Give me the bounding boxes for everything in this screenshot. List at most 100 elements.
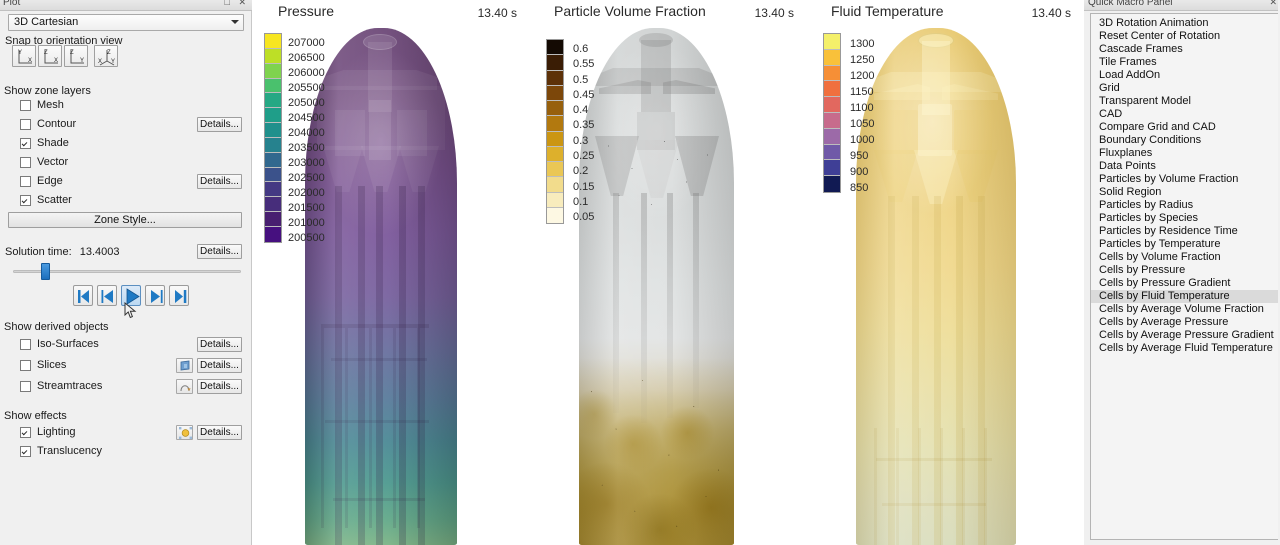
macro-list-item[interactable]: Cells by Average Volume Fraction — [1091, 303, 1278, 316]
lighting-details-button[interactable]: Details... — [197, 425, 242, 440]
skip-to-start-button[interactable] — [73, 285, 93, 306]
macro-list-item[interactable]: Particles by Temperature — [1091, 238, 1278, 251]
macro-list-item[interactable]: Compare Grid and CAD — [1091, 121, 1278, 134]
macro-list-item[interactable]: Cells by Pressure — [1091, 264, 1278, 277]
view-zx-button[interactable]: Z X — [38, 45, 62, 67]
colorbar-tick-label: 203500 — [288, 142, 325, 154]
view-yx-button[interactable]: Y X — [12, 45, 36, 67]
macro-list-item[interactable]: Particles by Volume Fraction — [1091, 173, 1278, 186]
colorbar-segment — [547, 116, 563, 132]
solution-time-label: Solution time: — [5, 246, 72, 258]
macro-list-item[interactable]: Cells by Pressure Gradient — [1091, 277, 1278, 290]
colorbar-tick-label: 201500 — [288, 202, 325, 214]
colorbar-tick-label: 1050 — [850, 118, 875, 130]
colorbar-segment — [824, 65, 840, 82]
colorbar-segment — [824, 128, 840, 145]
solution-time-details-button[interactable]: Details... — [197, 244, 242, 259]
quick-macro-close-icon[interactable]: ✕ — [1269, 0, 1277, 8]
macro-list-item[interactable]: Load AddOn — [1091, 69, 1278, 82]
slices-checkbox[interactable] — [20, 360, 31, 371]
macro-list-item[interactable]: Reset Center of Rotation — [1091, 30, 1278, 43]
light-bulb-icon[interactable] — [176, 425, 193, 440]
streamtraces-checkbox[interactable] — [20, 381, 31, 392]
edge-details-button[interactable]: Details... — [197, 174, 242, 189]
macro-list-item[interactable]: Fluxplanes — [1091, 147, 1278, 160]
macro-list-item[interactable]: CAD — [1091, 108, 1278, 121]
zone-layer-scatter-label: Scatter — [37, 194, 72, 206]
svg-text:Z: Z — [107, 50, 111, 56]
plot-sidebar-panel: Plot □ ✕ 3D Cartesian Snap to orientatio… — [0, 0, 252, 545]
pvf-colorbar — [546, 39, 564, 224]
zone-layer-vector-checkbox[interactable] — [20, 157, 31, 168]
macro-list[interactable]: 3D Rotation Animation Reset Center of Rot… — [1090, 13, 1278, 540]
colorbar-segment — [824, 176, 840, 192]
zone-layer-mesh-label: Mesh — [37, 99, 64, 111]
colorbar-tick-label: 0.3 — [573, 134, 589, 147]
iso-surfaces-checkbox[interactable] — [20, 339, 31, 350]
plot-panel-window-buttons[interactable]: □ ✕ — [225, 0, 249, 8]
svg-text:Y: Y — [18, 50, 22, 56]
translucency-checkbox[interactable] — [20, 446, 31, 457]
svg-text:Z: Z — [44, 50, 48, 56]
macro-list-item[interactable]: Grid — [1091, 82, 1278, 95]
macro-list-item[interactable]: Particles by Residence Time — [1091, 225, 1278, 238]
zone-layer-contour-checkbox[interactable] — [20, 119, 31, 130]
macro-list-item[interactable]: Particles by Radius — [1091, 199, 1278, 212]
svg-text:Z: Z — [70, 50, 74, 56]
colorbar-tick-label: 0.45 — [573, 88, 595, 101]
svg-text:X: X — [98, 59, 102, 65]
streamtraces-details-button[interactable]: Details... — [197, 379, 242, 394]
temperature-vessel-render — [856, 28, 1016, 545]
viewport-pressure[interactable]: Pressure 13.40 s 207000 206500 206000 20… — [253, 0, 529, 545]
macro-list-item[interactable]: Boundary Conditions — [1091, 134, 1278, 147]
macro-list-item[interactable]: 3D Rotation Animation — [1091, 17, 1278, 30]
pvf-plot-time: 13.40 s — [754, 6, 794, 20]
colorbar-segment — [265, 108, 281, 124]
colorbar-tick-label: 204500 — [288, 112, 325, 124]
viewport-fluid-temperature[interactable]: Fluid Temperature 13.40 s 1300 1250 1200… — [806, 0, 1083, 545]
macro-list-item[interactable]: Cells by Fluid Temperature — [1091, 290, 1278, 303]
zone-style-button[interactable]: Zone Style... — [8, 212, 242, 228]
zone-layer-scatter-checkbox[interactable] — [20, 195, 31, 206]
zone-layer-edge-checkbox[interactable] — [20, 176, 31, 187]
macro-list-item[interactable]: Cascade Frames — [1091, 43, 1278, 56]
colorbar-segment — [265, 48, 281, 64]
macro-list-item[interactable]: Cells by Average Fluid Temperature — [1091, 342, 1278, 355]
step-forward-button[interactable] — [145, 285, 165, 306]
colorbar-tick-label: 202500 — [288, 172, 325, 184]
viewport-particle-volume-fraction[interactable]: Particle Volume Fraction 13.40 s 0.6 0.5… — [529, 0, 806, 545]
chevron-down-icon — [231, 20, 239, 24]
colorbar-tick-label: 205500 — [288, 82, 325, 94]
skip-to-end-button[interactable] — [169, 285, 189, 306]
colorbar-tick-label: 0.6 — [573, 43, 589, 55]
macro-list-item[interactable]: Cells by Average Pressure — [1091, 316, 1278, 329]
macro-list-item[interactable]: Tile Frames — [1091, 56, 1278, 69]
macro-list-item[interactable]: Transparent Model — [1091, 95, 1278, 108]
zone-layer-shade-checkbox[interactable] — [20, 138, 31, 149]
colorbar-segment — [265, 212, 281, 227]
macro-list-item[interactable]: Cells by Average Pressure Gradient — [1091, 329, 1278, 342]
view-xyz-button[interactable]: Z X Y — [94, 45, 118, 67]
slice-plane-icon[interactable] — [176, 358, 193, 373]
quick-macro-panel: Quick Macro Panel ✕ 3D Rotation Animatio… — [1084, 0, 1280, 545]
macro-list-item[interactable]: Solid Region — [1091, 186, 1278, 199]
lighting-checkbox[interactable] — [20, 427, 31, 438]
solution-time-row: Solution time: 13.4003 — [5, 246, 119, 258]
step-back-button[interactable] — [97, 285, 117, 306]
zone-layer-mesh-checkbox[interactable] — [20, 100, 31, 111]
colorbar-tick-label: 0.4 — [573, 104, 589, 117]
coordinate-system-dropdown[interactable]: 3D Cartesian — [8, 14, 244, 31]
contour-details-button[interactable]: Details... — [197, 117, 242, 132]
macro-list-item[interactable]: Particles by Species — [1091, 212, 1278, 225]
macro-list-item[interactable]: Cells by Volume Fraction — [1091, 251, 1278, 264]
streamline-icon[interactable] — [176, 379, 193, 394]
macro-list-item[interactable]: Data Points — [1091, 160, 1278, 173]
colorbar-segment — [265, 167, 281, 183]
colorbar-tick-label: 206500 — [288, 52, 325, 64]
view-zy-button[interactable]: Z Y — [64, 45, 88, 67]
time-slider-thumb[interactable] — [41, 263, 50, 280]
colorbar-tick-label: 1000 — [850, 134, 875, 146]
slices-details-button[interactable]: Details... — [197, 358, 242, 373]
iso-surfaces-details-button[interactable]: Details... — [197, 337, 242, 352]
zone-layer-contour-label: Contour — [37, 118, 77, 130]
